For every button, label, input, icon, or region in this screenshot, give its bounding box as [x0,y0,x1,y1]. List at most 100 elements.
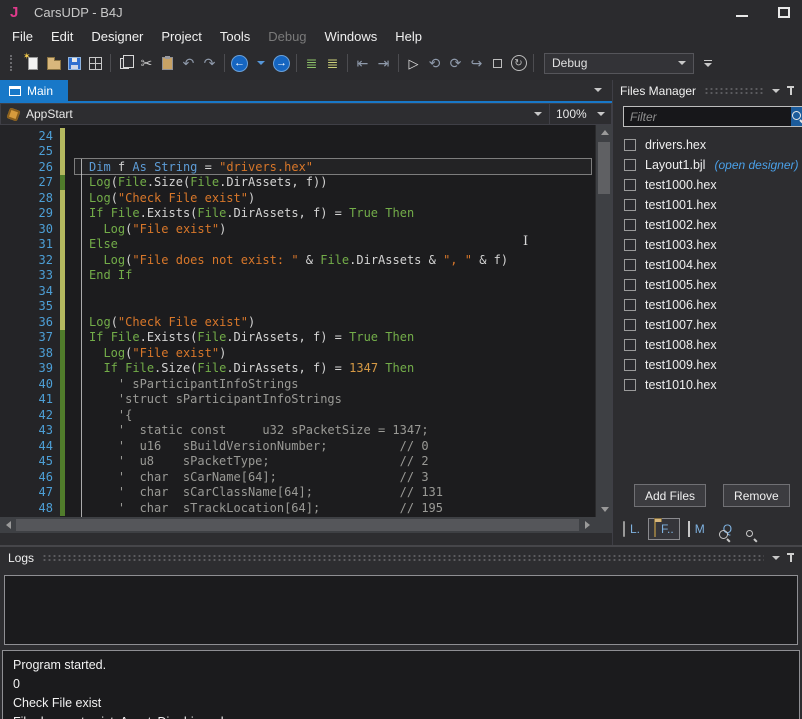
line-number[interactable]: 35 [0,299,60,313]
filter-search-button[interactable] [791,106,802,127]
line-number[interactable]: 24 [0,129,60,143]
tab-main[interactable]: Main [0,80,68,101]
grip-icon[interactable] [1,51,22,75]
nav-caret-icon[interactable] [250,51,271,75]
scroll-left-button[interactable] [0,517,16,533]
restart-icon[interactable]: ↻ [508,51,529,75]
menu-help[interactable]: Help [386,27,431,46]
line-number[interactable]: 28 [0,191,60,205]
file-row[interactable]: test1001.hex [613,195,802,215]
file-checkbox[interactable] [624,239,636,251]
file-row[interactable]: Layout1.bjl(open designer) [613,155,802,175]
nav-back-icon[interactable]: ← [229,51,250,75]
file-row[interactable]: test1003.hex [613,235,802,255]
vertical-scroll-thumb[interactable] [598,142,610,194]
line-number[interactable]: 36 [0,315,60,329]
line-number[interactable]: 27 [0,175,60,189]
file-checkbox[interactable] [624,279,636,291]
debug-resume-icon[interactable]: ⟲ [424,51,445,75]
file-checkbox[interactable] [624,359,636,371]
file-row[interactable]: test1002.hex [613,215,802,235]
vertical-scrollbar[interactable] [595,125,612,517]
line-number[interactable]: 25 [0,144,60,158]
line-number[interactable]: 29 [0,206,60,220]
panel-tab-libraries[interactable]: L. [618,519,645,539]
open-designer-link[interactable]: (open designer) [714,158,798,172]
remove-button[interactable]: Remove [723,484,790,507]
menu-debug[interactable]: Debug [259,27,315,46]
logs-empty-view[interactable] [4,575,798,645]
file-checkbox[interactable] [624,259,636,271]
file-checkbox[interactable] [624,319,636,331]
line-number[interactable]: 38 [0,346,60,360]
debug-step-over-icon[interactable]: ⟳ [445,51,466,75]
line-number[interactable]: 31 [0,237,60,251]
file-row[interactable]: test1008.hex [613,335,802,355]
maximize-button[interactable] [778,7,790,18]
scroll-down-button[interactable] [596,502,612,517]
line-number[interactable]: 33 [0,268,60,282]
add-files-button[interactable]: Add Files [634,484,706,507]
copy-icon[interactable] [115,51,136,75]
line-number[interactable]: 47 [0,485,60,499]
file-checkbox[interactable] [624,299,636,311]
logs-menu-caret-icon[interactable] [772,556,780,560]
file-row[interactable]: test1000.hex [613,175,802,195]
menu-file[interactable]: File [3,27,42,46]
line-number[interactable]: 43 [0,423,60,437]
logs-output-view[interactable]: Program started.0Check File existFile do… [2,650,800,719]
debug-step-into-icon[interactable]: ↪ [466,51,487,75]
file-checkbox[interactable] [624,339,636,351]
run-icon[interactable]: ▷ [403,51,424,75]
panel-tab-quick-search[interactable]: Q [713,519,737,539]
line-number[interactable]: 42 [0,408,60,422]
line-number[interactable]: 34 [0,284,60,298]
file-checkbox[interactable] [624,159,636,171]
horizontal-scroll-thumb[interactable] [16,519,579,531]
horizontal-scrollbar[interactable] [0,517,612,533]
minimize-button[interactable] [736,9,748,17]
file-checkbox[interactable] [624,179,636,191]
zoom-selector[interactable]: 100% [549,104,611,124]
line-number[interactable]: 40 [0,377,60,391]
line-number[interactable]: 32 [0,253,60,267]
line-number[interactable]: 48 [0,501,60,515]
file-checkbox[interactable] [624,199,636,211]
menu-edit[interactable]: Edit [42,27,82,46]
line-number[interactable]: 44 [0,439,60,453]
build-config-select[interactable]: Debug [544,53,694,74]
modules-icon[interactable] [85,51,106,75]
line-number[interactable]: 30 [0,222,60,236]
line-number[interactable]: 41 [0,392,60,406]
line-number[interactable]: 39 [0,361,60,375]
file-row[interactable]: test1006.hex [613,295,802,315]
file-row[interactable]: test1009.hex [613,355,802,375]
line-number[interactable]: 26 [0,160,60,174]
menu-windows[interactable]: Windows [316,27,387,46]
scroll-right-button[interactable] [579,517,595,533]
cut-icon[interactable]: ✂ [136,51,157,75]
filter-input[interactable] [623,106,791,127]
stop-icon[interactable] [487,51,508,75]
file-row[interactable]: test1004.hex [613,255,802,275]
menu-tools[interactable]: Tools [211,27,259,46]
save-icon[interactable] [64,51,85,75]
menu-project[interactable]: Project [152,27,210,46]
file-checkbox[interactable] [624,219,636,231]
jump-forward-icon[interactable]: ⇥ [373,51,394,75]
panel-menu-caret-icon[interactable] [772,89,780,93]
undo-icon[interactable]: ↶ [178,51,199,75]
pin-icon[interactable] [786,552,795,564]
comment-icon[interactable]: ≣ [301,51,322,75]
uncomment-icon[interactable]: ≣ [322,51,343,75]
pin-icon[interactable] [786,85,795,97]
nav-forward-icon[interactable]: → [271,51,292,75]
file-row[interactable]: drivers.hex [613,135,802,155]
file-row[interactable]: test1005.hex [613,275,802,295]
file-row[interactable]: test1010.hex [613,375,802,395]
line-number[interactable]: 37 [0,330,60,344]
code-editor[interactable]: 242526Dim f As String = "drivers.hex"27L… [0,125,612,517]
toolbar-overflow-button[interactable] [704,60,712,67]
panel-tab-find-references[interactable] [740,526,750,532]
file-row[interactable]: test1007.hex [613,315,802,335]
